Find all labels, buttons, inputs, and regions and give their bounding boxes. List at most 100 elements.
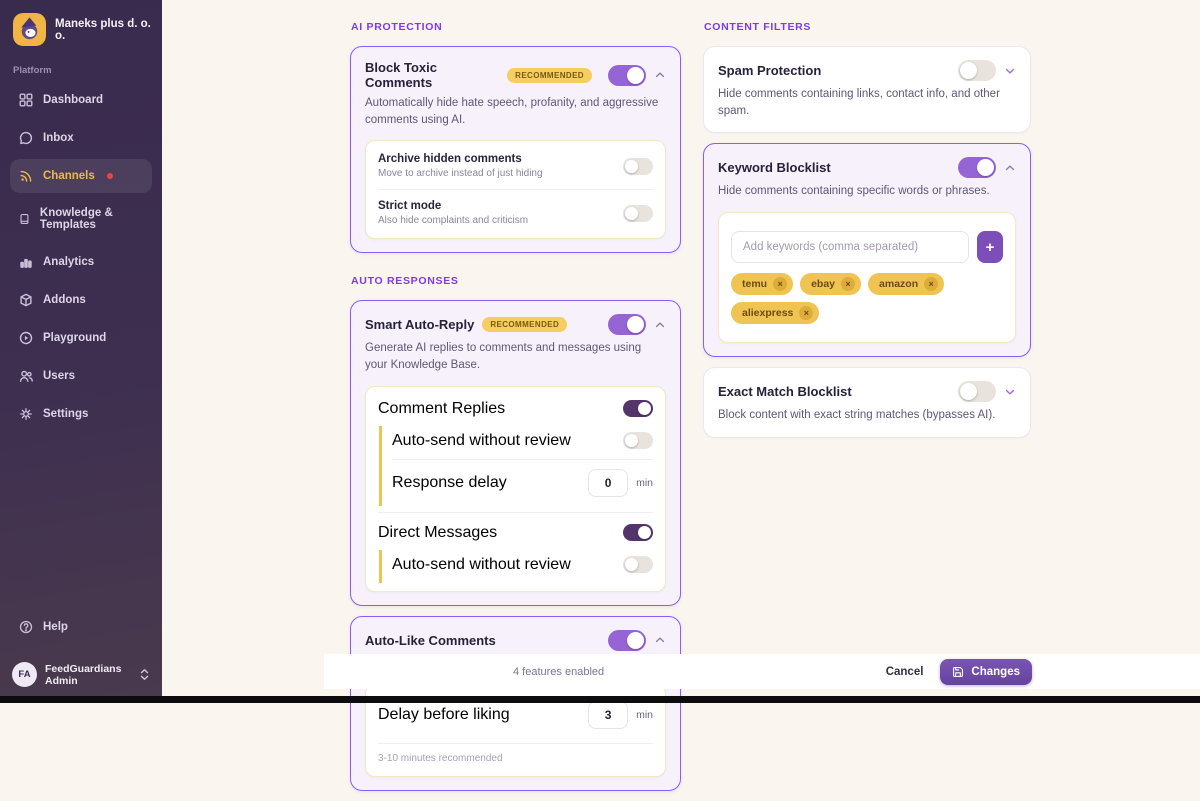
chevron-down-icon bbox=[1004, 65, 1016, 77]
chat-bubble-icon bbox=[19, 131, 33, 145]
option-title: Comment Replies bbox=[378, 400, 505, 418]
option-title: Auto-send without review bbox=[392, 432, 571, 450]
section-ai-protection: AI Protection bbox=[351, 21, 681, 33]
card-keyword-blocklist: Keyword Blocklist Hide comments containi… bbox=[703, 143, 1031, 357]
direct-messages-subgroup: Auto-send without review bbox=[379, 550, 653, 583]
collapse-card-button[interactable] bbox=[654, 69, 666, 81]
option-direct-messages: Direct Messages bbox=[378, 513, 653, 550]
expand-card-button[interactable] bbox=[1004, 65, 1016, 77]
response-delay-input[interactable] bbox=[588, 469, 628, 497]
org-switcher[interactable]: Maneks plus d. o. o. bbox=[10, 13, 152, 46]
card-spam-protection: Spam Protection Hide comments containing… bbox=[703, 46, 1031, 133]
collapse-card-button[interactable] bbox=[654, 319, 666, 331]
sidebar-item-playground[interactable]: Playground bbox=[10, 321, 152, 355]
sidebar-item-knowledge-templates[interactable]: Knowledge & Templates bbox=[10, 197, 152, 241]
gear-icon bbox=[19, 407, 33, 421]
help-button[interactable]: Help bbox=[10, 610, 152, 644]
keyword-tag-label: ebay bbox=[811, 278, 835, 290]
section-auto-responses: Auto Responses bbox=[351, 275, 681, 287]
platform-section-label: Platform bbox=[13, 65, 152, 76]
account-switcher[interactable]: FA FeedGuardians Admin bbox=[10, 658, 152, 691]
keyword-tag-label: aliexpress bbox=[742, 307, 793, 319]
section-content-filters: Content Filters bbox=[704, 21, 1031, 33]
chevron-up-down-icon bbox=[139, 668, 150, 681]
archive-toggle[interactable] bbox=[623, 158, 653, 175]
auto-like-toggle[interactable] bbox=[608, 630, 646, 651]
remove-keyword-icon[interactable]: × bbox=[924, 277, 938, 291]
sidebar-item-label: Channels bbox=[43, 170, 95, 182]
exact-match-toggle[interactable] bbox=[958, 381, 996, 402]
auto-send-toggle[interactable] bbox=[623, 556, 653, 573]
sidebar-item-addons[interactable]: Addons bbox=[10, 283, 152, 317]
cancel-button[interactable]: Cancel bbox=[886, 666, 924, 678]
account-name: FeedGuardians Admin bbox=[45, 663, 131, 687]
card-exact-match-blocklist: Exact Match Blocklist Block content with… bbox=[703, 367, 1031, 438]
direct-messages-toggle[interactable] bbox=[623, 524, 653, 541]
feature-title: Keyword Blocklist bbox=[718, 160, 831, 175]
play-circle-icon bbox=[19, 331, 33, 345]
spam-protection-toggle[interactable] bbox=[958, 60, 996, 81]
keyword-tag: ebay × bbox=[800, 273, 861, 295]
feature-title: Auto-Like Comments bbox=[365, 633, 496, 648]
expand-card-button[interactable] bbox=[1004, 386, 1016, 398]
sidebar-item-users[interactable]: Users bbox=[10, 359, 152, 393]
avatar: FA bbox=[12, 662, 37, 687]
keyword-tag-label: temu bbox=[742, 278, 767, 290]
smart-auto-reply-options-panel: Comment Replies Auto-send without review… bbox=[365, 386, 666, 592]
save-changes-button[interactable]: Changes bbox=[940, 659, 1032, 685]
save-icon bbox=[952, 666, 964, 678]
unit-label: min bbox=[636, 709, 653, 721]
smart-auto-reply-toggle[interactable] bbox=[608, 314, 646, 335]
feature-title: Exact Match Blocklist bbox=[718, 384, 852, 399]
chevron-up-icon bbox=[654, 319, 666, 331]
screen-bottom-strip bbox=[0, 696, 1200, 703]
sidebar-item-label: Analytics bbox=[43, 256, 94, 268]
recommended-badge: Recommended bbox=[482, 317, 567, 332]
option-strict-mode: Strict mode Also hide complaints and cri… bbox=[378, 190, 653, 236]
option-response-delay: Response delay min bbox=[392, 460, 653, 506]
bar-chart-icon bbox=[19, 255, 33, 269]
collapse-card-button[interactable] bbox=[654, 634, 666, 646]
delay-hint: 3-10 minutes recommended bbox=[378, 744, 653, 774]
option-comment-replies: Comment Replies bbox=[378, 389, 653, 426]
block-toxic-toggle[interactable] bbox=[608, 65, 646, 86]
card-smart-auto-reply: Smart Auto-Reply Recommended Generate AI… bbox=[350, 300, 681, 605]
features-enabled-status: 4 features enabled bbox=[513, 666, 604, 678]
users-icon bbox=[19, 369, 33, 383]
sidebar-item-settings[interactable]: Settings bbox=[10, 397, 152, 431]
sidebar-item-label: Users bbox=[43, 370, 75, 382]
sidebar-item-inbox[interactable]: Inbox bbox=[10, 121, 152, 155]
comment-replies-toggle[interactable] bbox=[623, 400, 653, 417]
keyword-tag: temu × bbox=[731, 273, 793, 295]
feature-description: Hide comments containing links, contact … bbox=[718, 86, 1000, 119]
remove-keyword-icon[interactable]: × bbox=[799, 306, 813, 320]
feature-description: Hide comments containing specific words … bbox=[718, 183, 1016, 200]
remove-keyword-icon[interactable]: × bbox=[773, 277, 787, 291]
keyword-tag: amazon × bbox=[868, 273, 944, 295]
chevron-up-icon bbox=[654, 69, 666, 81]
package-icon bbox=[19, 293, 33, 307]
option-title: Archive hidden comments bbox=[378, 153, 543, 165]
add-keyword-button[interactable]: + bbox=[977, 231, 1003, 263]
keywords-input[interactable] bbox=[731, 231, 969, 263]
sidebar-item-analytics[interactable]: Analytics bbox=[10, 245, 152, 279]
collapse-card-button[interactable] bbox=[1004, 162, 1016, 174]
feature-title: Block Toxic Comments bbox=[365, 60, 499, 90]
option-auto-send: Auto-send without review bbox=[392, 550, 653, 583]
option-subtitle: Also hide complaints and criticism bbox=[378, 215, 528, 226]
sidebar-item-dashboard[interactable]: Dashboard bbox=[10, 83, 152, 117]
sidebar-item-label: Settings bbox=[43, 408, 88, 420]
like-delay-input[interactable] bbox=[588, 701, 628, 729]
app-logo-icon bbox=[13, 13, 46, 46]
strict-mode-toggle[interactable] bbox=[623, 205, 653, 222]
comment-replies-subgroup: Auto-send without review Response delay … bbox=[379, 426, 653, 506]
sidebar-item-label: Dashboard bbox=[43, 94, 103, 106]
auto-send-toggle[interactable] bbox=[623, 432, 653, 449]
option-title: Response delay bbox=[392, 474, 507, 492]
block-toxic-options-panel: Archive hidden comments Move to archive … bbox=[365, 140, 666, 239]
remove-keyword-icon[interactable]: × bbox=[841, 277, 855, 291]
card-block-toxic-comments: Block Toxic Comments Recommended Automat… bbox=[350, 46, 681, 253]
keyword-blocklist-toggle[interactable] bbox=[958, 157, 996, 178]
sidebar-item-channels[interactable]: Channels bbox=[10, 159, 152, 193]
feature-description: Block content with exact string matches … bbox=[718, 407, 1016, 424]
